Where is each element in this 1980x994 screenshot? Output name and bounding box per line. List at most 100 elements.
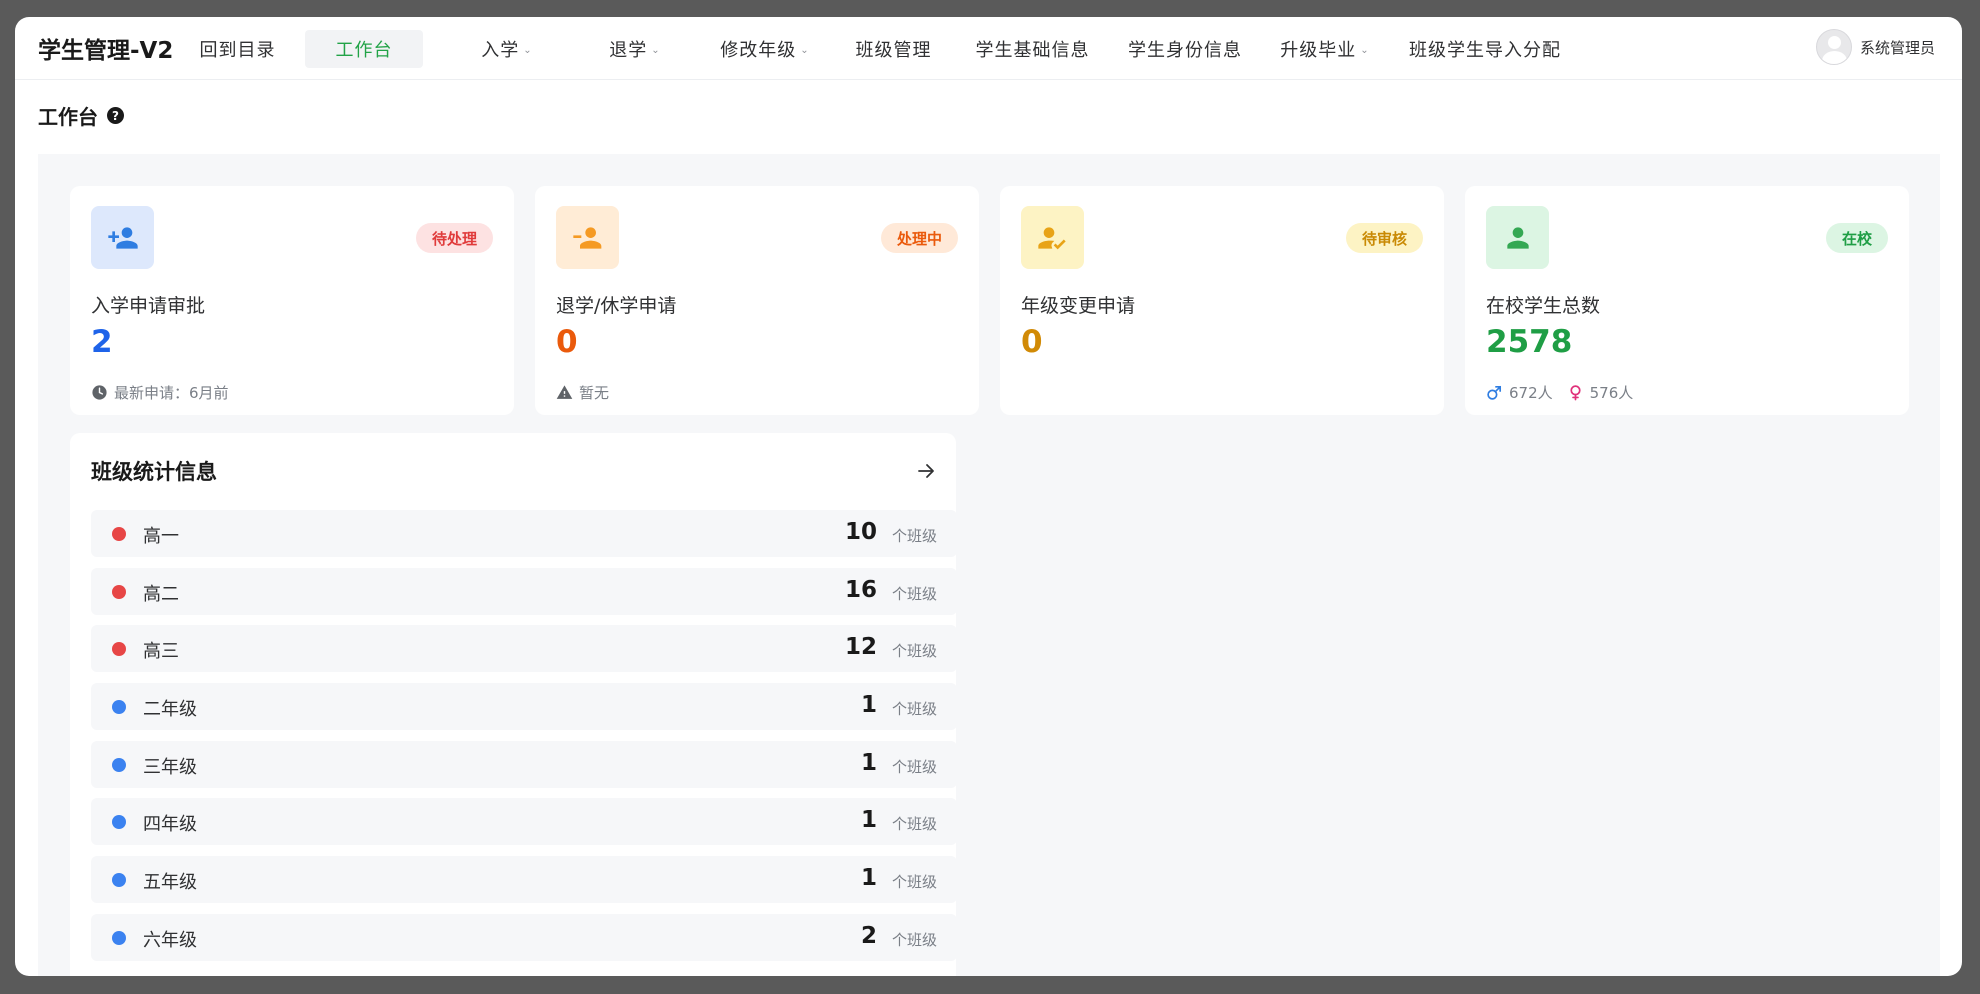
person-remove-icon bbox=[556, 206, 619, 269]
app-title: 学生管理-V2 bbox=[38, 38, 174, 64]
arrow-right-icon[interactable] bbox=[914, 459, 938, 483]
nav-label: 班级学生导入分配 bbox=[1409, 40, 1561, 61]
stat-card-grade-change[interactable]: 待审核 年级变更申请 0 bbox=[1000, 186, 1444, 415]
card-footer-text: 暂无 bbox=[579, 384, 610, 402]
list-item[interactable]: 四年级 1 个班级 bbox=[91, 798, 956, 846]
class-unit: 个班级 bbox=[891, 700, 937, 719]
panel-title: 班级统计信息 bbox=[91, 460, 217, 484]
nav-label: 班级管理 bbox=[855, 40, 932, 61]
card-value: 0 bbox=[1021, 324, 1043, 360]
nav-label: 修改年级 bbox=[720, 40, 797, 61]
card-title: 入学申请审批 bbox=[91, 295, 206, 317]
nav-back-to-menu[interactable]: 回到目录 bbox=[185, 30, 290, 68]
class-count: 1 bbox=[860, 692, 877, 719]
class-unit: 个班级 bbox=[891, 873, 937, 892]
male-icon bbox=[1487, 385, 1502, 400]
user-name: 系统管理员 bbox=[1859, 38, 1935, 57]
chevron-down-icon: ⌄ bbox=[523, 44, 533, 56]
stat-card-withdrawal[interactable]: 处理中 退学/休学申请 0 暂无 bbox=[535, 186, 979, 415]
class-statistics-panel: 班级统计信息 高一 10 个班级 高二 16 个班级 高三 12 个班级 二年级… bbox=[70, 433, 956, 976]
status-dot bbox=[112, 584, 126, 599]
class-unit: 个班级 bbox=[891, 527, 937, 545]
nav-promotion-graduation[interactable]: 升级毕业 ⌄ bbox=[1270, 30, 1380, 68]
clock-icon bbox=[92, 385, 107, 400]
stat-card-total-students[interactable]: 在校 在校学生总数 2578 672人 576人 bbox=[1465, 186, 1909, 415]
class-unit: 个班级 bbox=[891, 815, 937, 834]
status-badge: 待处理 bbox=[415, 223, 493, 253]
class-stats-list: 高一 10 个班级 高二 16 个班级 高三 12 个班级 二年级 1 个班级 … bbox=[91, 510, 956, 972]
grade-label: 六年级 bbox=[143, 929, 197, 951]
chevron-down-icon: ⌄ bbox=[651, 44, 661, 56]
nav-withdrawal[interactable]: 退学 ⌄ bbox=[580, 30, 690, 68]
nav-enrollment[interactable]: 入学 ⌄ bbox=[452, 30, 562, 68]
user-menu[interactable]: 系统管理员 bbox=[1815, 29, 1935, 65]
card-title: 在校学生总数 bbox=[1486, 295, 1601, 317]
grade-label: 二年级 bbox=[143, 699, 197, 721]
status-dot bbox=[112, 873, 126, 888]
nav-label: 入学 bbox=[481, 40, 520, 61]
status-dot bbox=[112, 527, 126, 541]
grade-label: 四年级 bbox=[143, 814, 197, 836]
grade-label: 五年级 bbox=[143, 872, 197, 894]
class-unit: 个班级 bbox=[891, 757, 937, 776]
list-item[interactable]: 高二 16 个班级 bbox=[91, 567, 956, 615]
class-count: 2 bbox=[860, 922, 877, 949]
app-window: 学生管理-V2 回到目录 工作台 入学 ⌄ 退学 ⌄ 修改年级 ⌄ 班级管理 学… bbox=[15, 17, 1962, 976]
warning-icon bbox=[556, 385, 573, 399]
latest-application-text: 最新申请：6月前 bbox=[114, 384, 229, 402]
card-value: 2 bbox=[91, 324, 113, 360]
status-badge: 待审核 bbox=[1345, 223, 1423, 253]
male-count: 672人 bbox=[1509, 384, 1553, 402]
nav-student-basic-info[interactable]: 学生基础信息 bbox=[965, 30, 1100, 68]
grade-label: 高二 bbox=[143, 583, 179, 605]
person-check-icon bbox=[1021, 206, 1084, 269]
avatar[interactable] bbox=[1815, 29, 1852, 65]
class-unit: 个班级 bbox=[891, 584, 937, 603]
person-add-icon bbox=[91, 206, 154, 269]
card-footer: 暂无 bbox=[556, 382, 609, 403]
class-count: 16 bbox=[844, 576, 877, 603]
card-value: 2578 bbox=[1486, 324, 1573, 360]
status-badge: 处理中 bbox=[880, 223, 958, 253]
grade-label: 三年级 bbox=[143, 756, 197, 778]
nav-change-grade[interactable]: 修改年级 ⌄ bbox=[705, 30, 825, 68]
status-dot bbox=[112, 930, 126, 945]
card-title: 退学/休学申请 bbox=[556, 295, 677, 317]
card-title: 年级变更申请 bbox=[1021, 295, 1136, 317]
nav-label: 学生基础信息 bbox=[975, 40, 1090, 61]
list-item[interactable]: 二年级 1 个班级 bbox=[91, 683, 956, 731]
nav-label: 工作台 bbox=[335, 40, 393, 61]
card-footer: 672人 576人 bbox=[1486, 382, 1633, 403]
page-title: 工作台 ? bbox=[38, 101, 124, 130]
nav-label: 学生身份信息 bbox=[1128, 40, 1242, 61]
nav-class-student-import[interactable]: 班级学生导入分配 bbox=[1395, 30, 1575, 68]
list-item[interactable]: 五年级 1 个班级 bbox=[91, 856, 956, 904]
card-value: 0 bbox=[556, 324, 578, 360]
class-unit: 个班级 bbox=[891, 930, 937, 949]
female-count: 576人 bbox=[1589, 384, 1634, 402]
status-badge: 在校 bbox=[1825, 223, 1888, 253]
grade-label: 高一 bbox=[143, 526, 179, 547]
chevron-down-icon: ⌄ bbox=[1360, 44, 1370, 56]
chevron-down-icon: ⌄ bbox=[800, 44, 810, 56]
nav-workbench[interactable]: 工作台 bbox=[305, 30, 423, 68]
class-count: 1 bbox=[860, 807, 877, 834]
list-item[interactable]: 六年级 2 个班级 bbox=[91, 913, 956, 961]
top-nav-bar: 学生管理-V2 回到目录 工作台 入学 ⌄ 退学 ⌄ 修改年级 ⌄ 班级管理 学… bbox=[15, 17, 1962, 80]
list-item[interactable]: 高一 10 个班级 bbox=[91, 510, 956, 557]
page-title-text: 工作台 bbox=[38, 105, 98, 129]
class-unit: 个班级 bbox=[891, 642, 937, 661]
dashboard-content: 待处理 入学申请审批 2 最新申请：6月前 处理中 退学/休学申请 0 暂无 待… bbox=[38, 154, 1940, 976]
grade-label: 高三 bbox=[143, 641, 179, 663]
help-icon[interactable]: ? bbox=[107, 107, 124, 124]
nav-class-management[interactable]: 班级管理 bbox=[841, 30, 946, 68]
status-dot bbox=[112, 642, 126, 657]
card-footer: 最新申请：6月前 bbox=[91, 382, 229, 403]
nav-student-identity-info[interactable]: 学生身份信息 bbox=[1115, 30, 1255, 68]
nav-label: 退学 bbox=[609, 40, 648, 61]
list-item[interactable]: 高三 12 个班级 bbox=[91, 625, 956, 673]
status-dot bbox=[112, 700, 126, 715]
list-item[interactable]: 三年级 1 个班级 bbox=[91, 740, 956, 788]
stat-card-enrollment[interactable]: 待处理 入学申请审批 2 最新申请：6月前 bbox=[70, 186, 514, 415]
person-icon bbox=[1486, 206, 1549, 269]
